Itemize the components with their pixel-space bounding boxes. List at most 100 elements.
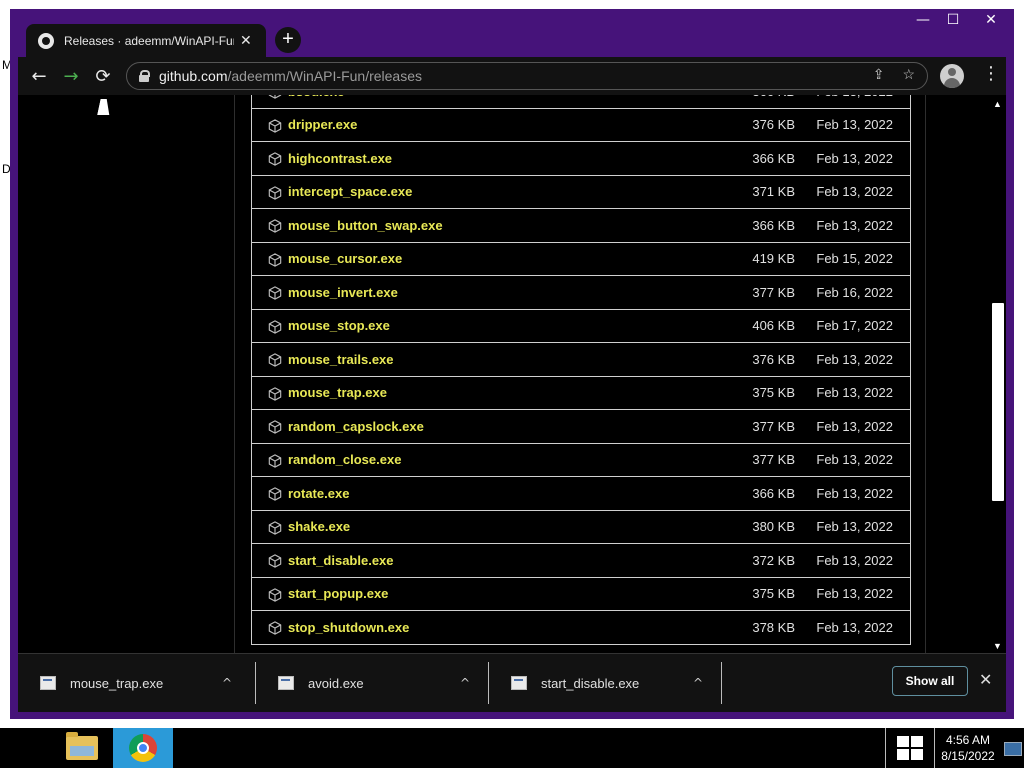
forward-button[interactable]: → xyxy=(58,63,84,89)
maximize-button[interactable]: ☐ xyxy=(938,9,968,31)
asset-size: 378 KB xyxy=(752,619,795,635)
asset-link[interactable]: mouse_cursor.exe xyxy=(288,251,402,266)
asset-date: Feb 17, 2022 xyxy=(816,318,893,334)
asset-row: stop_shutdown.exe 378 KB Feb 13, 2022 xyxy=(252,611,910,645)
tab-close-icon[interactable]: ✕ xyxy=(240,32,252,49)
package-icon xyxy=(268,118,282,133)
asset-size: 380 KB xyxy=(752,519,795,535)
asset-size: 377 KB xyxy=(752,452,795,468)
reload-button[interactable]: ⟳ xyxy=(90,63,116,89)
asset-date: Feb 13, 2022 xyxy=(816,95,893,99)
asset-link[interactable]: start_disable.exe xyxy=(288,553,394,568)
tab-title: Releases · adeemm/WinAPI-Fun xyxy=(64,33,234,48)
scroll-thumb[interactable] xyxy=(992,303,1004,501)
asset-link[interactable]: mouse_trails.exe xyxy=(288,352,394,367)
asset-row: random_capslock.exe 377 KB Feb 13, 2022 xyxy=(252,410,910,444)
asset-link[interactable]: random_close.exe xyxy=(288,452,401,467)
window-controls: — ☐ ✕ xyxy=(908,9,1014,33)
url-text[interactable]: github.com/adeemm/WinAPI-Fun/releases xyxy=(159,68,422,84)
package-icon xyxy=(268,185,282,200)
scroll-down-arrow-icon[interactable]: ▼ xyxy=(993,641,1002,651)
download-filename: start_disable.exe xyxy=(541,675,640,691)
asset-date: Feb 13, 2022 xyxy=(816,150,893,166)
asset-link[interactable]: start_popup.exe xyxy=(288,586,388,601)
chevron-up-icon[interactable]: ^ xyxy=(693,676,703,690)
exe-file-icon xyxy=(511,676,527,690)
asset-row: mouse_trails.exe 376 KB Feb 13, 2022 xyxy=(252,343,910,377)
asset-row: bsod.exe 366 KB Feb 13, 2022 xyxy=(252,95,910,109)
download-item[interactable]: start_disable.exe ^ xyxy=(489,654,721,712)
bookmark-star-icon[interactable]: ☆ xyxy=(902,66,915,83)
asset-date: Feb 13, 2022 xyxy=(816,552,893,568)
asset-date: Feb 13, 2022 xyxy=(816,586,893,602)
asset-link[interactable]: mouse_trap.exe xyxy=(288,385,387,400)
scroll-up-arrow-icon[interactable]: ▲ xyxy=(993,99,1002,109)
asset-link[interactable]: intercept_space.exe xyxy=(288,184,412,199)
asset-row: random_close.exe 377 KB Feb 13, 2022 xyxy=(252,444,910,477)
browser-menu-icon[interactable]: ⋮ xyxy=(982,63,1000,84)
package-icon xyxy=(268,621,282,635)
asset-link[interactable]: dripper.exe xyxy=(288,117,357,132)
download-separator xyxy=(721,662,722,704)
back-button[interactable]: ← xyxy=(26,63,52,89)
asset-row: mouse_button_swap.exe 366 KB Feb 13, 2022 xyxy=(252,209,910,243)
show-desktop-icon[interactable] xyxy=(1004,742,1022,756)
minimize-button[interactable]: — xyxy=(908,9,938,31)
asset-date: Feb 13, 2022 xyxy=(816,184,893,200)
asset-row: mouse_invert.exe 377 KB Feb 16, 2022 xyxy=(252,276,910,310)
browser-toolbar: ← → ⟳ github.com/adeemm/WinAPI-Fun/relea… xyxy=(18,57,1006,95)
download-item[interactable]: mouse_trap.exe ^ xyxy=(18,654,250,712)
asset-link[interactable]: mouse_button_swap.exe xyxy=(288,218,443,233)
asset-date: Feb 13, 2022 xyxy=(816,519,893,535)
asset-row: start_disable.exe 372 KB Feb 13, 2022 xyxy=(252,544,910,578)
page-scrollbar[interactable]: ▲ ▼ xyxy=(990,95,1006,653)
asset-size: 366 KB xyxy=(752,217,795,233)
asset-date: Feb 13, 2022 xyxy=(816,619,893,635)
taskbar-clock[interactable]: 4:56 AM 8/15/2022 xyxy=(936,732,1000,764)
asset-size: 366 KB xyxy=(752,150,795,166)
close-downloads-bar-icon[interactable]: ✕ xyxy=(979,670,992,689)
address-bar-actions: ⇪ ☆ xyxy=(873,66,915,83)
tab-releases[interactable]: Releases · adeemm/WinAPI-Fun ✕ xyxy=(26,24,266,57)
close-window-button[interactable]: ✕ xyxy=(968,9,1014,31)
asset-link[interactable]: rotate.exe xyxy=(288,486,349,501)
download-filename: mouse_trap.exe xyxy=(70,675,164,691)
package-icon xyxy=(268,520,282,535)
action-center-button[interactable] xyxy=(885,728,935,768)
asset-size: 372 KB xyxy=(752,552,795,568)
chevron-up-icon[interactable]: ^ xyxy=(460,676,470,690)
asset-link[interactable]: highcontrast.exe xyxy=(288,151,392,166)
chrome-taskbar-button[interactable] xyxy=(113,728,173,768)
package-icon xyxy=(268,386,282,401)
lock-icon[interactable] xyxy=(139,70,150,82)
asset-size: 419 KB xyxy=(752,251,795,267)
package-icon xyxy=(268,587,282,602)
address-bar[interactable]: github.com/adeemm/WinAPI-Fun/releases ⇪ … xyxy=(126,62,928,90)
profile-avatar-icon[interactable] xyxy=(940,64,964,88)
asset-link[interactable]: shake.exe xyxy=(288,519,350,534)
asset-link[interactable]: random_capslock.exe xyxy=(288,419,424,434)
asset-link[interactable]: bsod.exe xyxy=(288,95,344,99)
share-icon[interactable]: ⇪ xyxy=(873,66,885,83)
asset-link[interactable]: mouse_invert.exe xyxy=(288,285,398,300)
new-tab-button[interactable]: + xyxy=(275,27,301,53)
package-icon xyxy=(268,95,282,99)
clock-date: 8/15/2022 xyxy=(941,749,995,763)
windows-flag-icon xyxy=(897,736,923,760)
asset-date: Feb 15, 2022 xyxy=(816,251,893,267)
asset-date: Feb 13, 2022 xyxy=(816,117,893,133)
download-item[interactable]: avoid.exe ^ xyxy=(256,654,488,712)
release-assets-list: bsod.exe 366 KB Feb 13, 2022 dripper.exe 376… xyxy=(251,95,911,645)
show-all-downloads-button[interactable]: Show all xyxy=(892,666,968,696)
taskbar: 4:56 AM 8/15/2022 xyxy=(0,728,1024,768)
chevron-up-icon[interactable]: ^ xyxy=(222,676,232,690)
asset-link[interactable]: mouse_stop.exe xyxy=(288,318,390,333)
asset-link[interactable]: stop_shutdown.exe xyxy=(288,620,409,635)
asset-date: Feb 13, 2022 xyxy=(816,418,893,434)
asset-row: intercept_space.exe 371 KB Feb 13, 2022 xyxy=(252,176,910,209)
file-explorer-taskbar-button[interactable] xyxy=(60,728,104,768)
package-icon xyxy=(268,453,282,468)
asset-row: highcontrast.exe 366 KB Feb 13, 2022 xyxy=(252,142,910,176)
exe-file-icon xyxy=(278,676,294,690)
content-divider xyxy=(925,95,926,653)
